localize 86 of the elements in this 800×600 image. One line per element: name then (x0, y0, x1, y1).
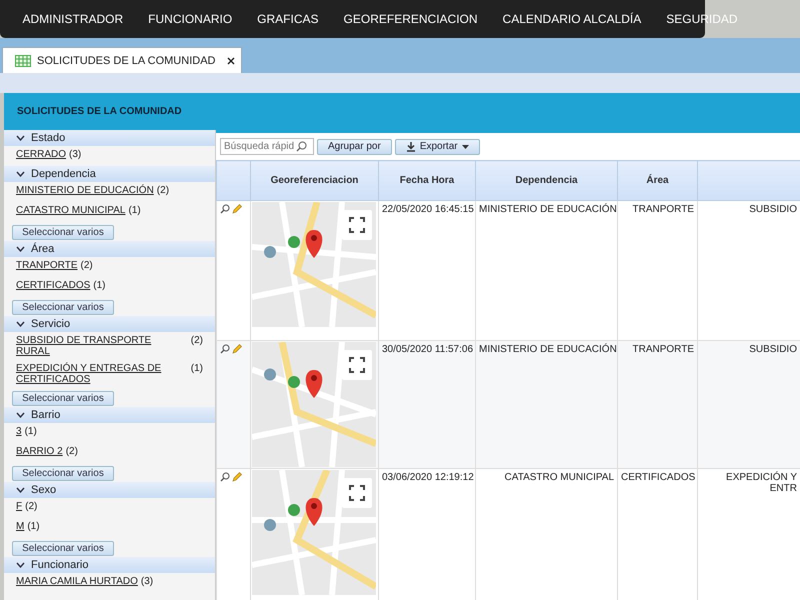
pencil-icon[interactable] (232, 472, 242, 482)
table-cell: MINISTERIO DE EDUCACIÓN (476, 340, 618, 468)
filter-count: (1) (24, 426, 37, 437)
menu-item[interactable]: ADMINISTRADOR (10, 12, 136, 26)
filter-count: (1) (27, 521, 40, 532)
filter-count: (2) (80, 260, 93, 271)
select-multiple-button[interactable]: Seleccionar varios (12, 300, 114, 315)
chevron-icon[interactable] (16, 562, 25, 568)
filter-header[interactable]: Funcionario (4, 557, 215, 573)
pencil-icon[interactable] (232, 204, 242, 214)
column-header[interactable]: Área (618, 160, 698, 200)
close-icon[interactable] (227, 56, 236, 64)
filter-title: Estado (31, 132, 66, 144)
chevron-icon[interactable] (16, 135, 25, 141)
magnifier-icon[interactable] (220, 344, 230, 354)
column-header[interactable]: Georeferenciacion (250, 160, 378, 200)
filter-count: (2) (190, 335, 203, 346)
chevron-icon[interactable] (16, 171, 25, 177)
menu-item[interactable]: CALENDARIO ALCALDÍA (490, 12, 654, 26)
filter-header[interactable]: Área (4, 241, 215, 257)
menu-item[interactable]: GEOREFERENCIACION (331, 12, 490, 26)
filter-link[interactable]: 3 (16, 426, 22, 437)
filter-count: (1) (128, 205, 141, 216)
filter-header[interactable]: Sexo (4, 482, 215, 498)
column-header[interactable]: Fecha Hora (378, 160, 476, 200)
magnifier-icon[interactable] (220, 472, 230, 482)
filter-header[interactable]: Estado (4, 130, 215, 146)
filter-link[interactable]: F (16, 501, 22, 512)
filter-link[interactable]: MINISTERIO DE EDUCACIÓN (16, 185, 154, 196)
filter-count: (1) (93, 280, 106, 291)
filter-count: (2) (156, 185, 170, 196)
filter-count: (1) (190, 363, 203, 374)
pencil-icon[interactable] (232, 344, 242, 354)
export-button[interactable]: Exportar (394, 138, 480, 154)
panel-title: SOLICITUDES DE LA COMUNIDAD (17, 106, 182, 117)
filter-header[interactable]: Dependencia (4, 166, 215, 182)
filter-title: Barrio (31, 409, 60, 421)
search-field[interactable]: Búsqueda rápid (220, 138, 314, 155)
magnifier-icon[interactable] (220, 204, 230, 214)
filter-link[interactable]: TRANPORTE (16, 260, 78, 271)
fullscreen-button[interactable] (342, 350, 372, 380)
filter-link[interactable]: EXPEDICIÓN Y ENTREGAS DE CERTIFICADOS (16, 363, 176, 385)
fullscreen-button[interactable] (342, 210, 372, 240)
filter-title: Servicio (31, 318, 70, 330)
filter-link[interactable]: CERRADO (16, 149, 66, 160)
filter-count: (3) (69, 149, 82, 160)
filter-title: Dependencia (31, 168, 96, 180)
select-multiple-button[interactable]: Seleccionar varios (12, 541, 114, 556)
tab-label: SOLICITUDES DE LA COMUNIDAD (37, 54, 216, 66)
filter-title: Área (31, 243, 54, 255)
filter-header[interactable]: Barrio (4, 407, 215, 423)
filter-link[interactable]: SUBSIDIO DE TRANSPORTE RURAL (16, 335, 188, 357)
menu-item[interactable]: FUNCIONARIO (136, 12, 245, 26)
column-header[interactable]: Dependencia (476, 160, 618, 200)
filter-link[interactable]: CERTIFICADOS (16, 280, 90, 291)
filter-link[interactable]: CATASTRO MUNICIPAL (16, 205, 126, 216)
table-cell: TRANPORTE (618, 340, 698, 468)
tab[interactable]: SOLICITUDES DE LA COMUNIDAD (2, 47, 242, 73)
filter-count: (2) (66, 446, 78, 457)
filter-header[interactable]: Servicio (4, 316, 215, 332)
fullscreen-icon (349, 217, 365, 233)
download-icon (406, 142, 416, 152)
grid-icon (15, 54, 31, 66)
filter-title: Funcionario (31, 559, 88, 571)
filter-link[interactable]: MARIA CAMILA HURTADO (16, 576, 138, 587)
group-by-button[interactable]: Agrupar por (317, 138, 392, 154)
fullscreen-icon (349, 357, 365, 373)
filter-count: (3) (140, 576, 154, 587)
fullscreen-button[interactable] (342, 478, 372, 508)
fullscreen-icon (349, 485, 365, 501)
search-icon (296, 141, 307, 152)
menu-item[interactable]: GRAFICAS (244, 12, 332, 26)
select-multiple-button[interactable]: Seleccionar varios (12, 466, 114, 481)
filter-count: (2) (25, 501, 38, 512)
caret-icon (462, 144, 469, 148)
filter-link[interactable]: BARRIO 2 (16, 446, 63, 457)
chevron-icon[interactable] (16, 321, 25, 327)
table-cell: SUBSIDIO (698, 340, 800, 468)
chevron-icon[interactable] (16, 246, 25, 252)
select-multiple-button[interactable]: Seleccionar varios (12, 391, 114, 406)
table-cell: 30/05/2020 11:57:06 (378, 340, 476, 468)
filter-link[interactable]: M (16, 521, 24, 532)
chevron-icon[interactable] (16, 412, 25, 418)
select-multiple-button[interactable]: Seleccionar varios (12, 225, 114, 240)
chevron-icon[interactable] (16, 487, 25, 493)
filter-title: Sexo (31, 484, 56, 496)
